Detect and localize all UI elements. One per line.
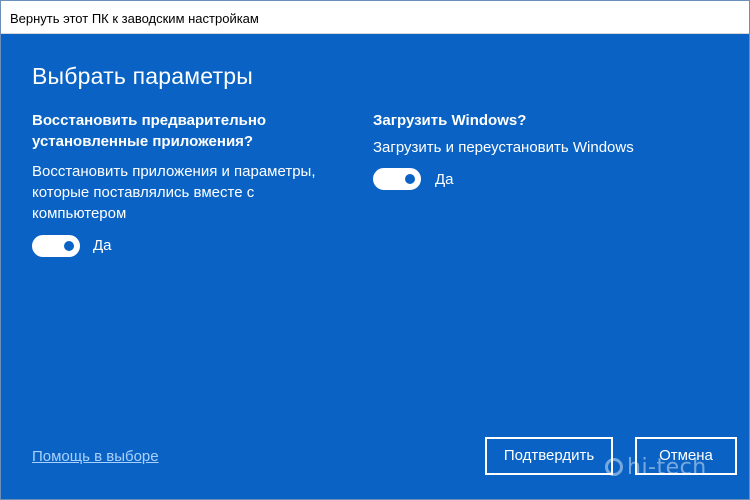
restore-apps-desc-line3: компьютером (32, 205, 127, 222)
download-windows-toggle[interactable] (373, 168, 421, 190)
help-choosing-link[interactable]: Помощь в выборе (32, 448, 159, 465)
toggle-knob (405, 174, 415, 184)
download-windows-title: Загрузить Windows? (373, 112, 527, 129)
confirm-button[interactable]: Подтвердить (485, 437, 613, 475)
restore-apps-toggle[interactable] (32, 235, 80, 257)
restore-apps-toggle-label: Да (93, 237, 112, 254)
hi-tech-logo-icon (605, 458, 623, 476)
download-windows-desc: Загрузить и переустановить Windows (373, 139, 634, 156)
page-title: Выбрать параметры (32, 63, 253, 89)
watermark-text: hi-tech (627, 455, 707, 480)
reset-pc-dialog: Вернуть этот ПК к заводским настройкам В… (0, 0, 750, 500)
toggle-knob (64, 241, 74, 251)
download-windows-toggle-label: Да (435, 171, 454, 188)
restore-apps-title-line2: установленные приложения? (32, 133, 254, 150)
title-bar: Вернуть этот ПК к заводским настройкам (1, 1, 749, 34)
restore-apps-desc-line2: которые поставлялись вместе с (32, 184, 255, 201)
restore-apps-desc-line1: Восстановить приложения и параметры, (32, 163, 316, 180)
watermark: hi-tech (605, 455, 707, 480)
restore-apps-title-line1: Восстановить предварительно (32, 112, 267, 129)
window-title: Вернуть этот ПК к заводским настройкам (10, 11, 259, 26)
